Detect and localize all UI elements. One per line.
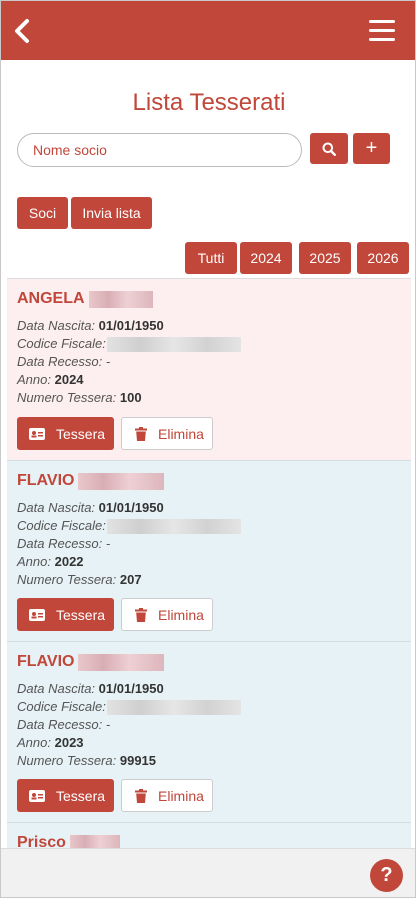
soci-button[interactable]: Soci: [17, 197, 68, 229]
card-actions: Tessera Elimina: [17, 598, 213, 631]
member-name: Prisco: [17, 833, 401, 848]
page-title: Lista Tesserati: [132, 89, 286, 116]
member-details: Data Nascita: 01/01/1950 Codice Fiscale:…: [17, 680, 401, 770]
trash-icon: [135, 426, 147, 441]
redacted-surname: [78, 472, 165, 490]
tessera-button[interactable]: Tessera: [17, 598, 114, 631]
search-icon: [322, 142, 336, 156]
redacted-codice-fiscale: [106, 337, 241, 353]
filter-year-2024[interactable]: 2024: [240, 242, 292, 274]
invia-lista-button[interactable]: Invia lista: [71, 197, 152, 229]
filter-year-2026[interactable]: 2026: [357, 242, 409, 274]
member-details: Data Nascita: 01/01/1950 Codice Fiscale:…: [17, 317, 401, 407]
id-card-icon: [29, 789, 45, 802]
id-card-icon: [29, 427, 45, 440]
trash-icon: [135, 788, 147, 803]
card-actions: Tessera Elimina: [17, 779, 213, 812]
chevron-left-icon[interactable]: [10, 17, 34, 45]
member-name: ANGELA: [17, 289, 401, 309]
app-frame: Lista Tesserati + Soci Invia lista Tutti…: [0, 0, 416, 898]
member-card: FLAVIO Data Nascita: 01/01/1950 Codice F…: [7, 461, 411, 642]
filter-year-2025[interactable]: 2025: [299, 242, 351, 274]
redacted-surname: [69, 834, 120, 848]
redacted-surname: [78, 653, 165, 671]
member-name: FLAVIO: [17, 471, 401, 491]
member-card: Prisco: [7, 823, 411, 848]
member-card: FLAVIO Data Nascita: 01/01/1950 Codice F…: [7, 642, 411, 823]
member-card: ANGELA Data Nascita: 01/01/1950 Codice F…: [7, 279, 411, 461]
tessera-button[interactable]: Tessera: [17, 417, 114, 450]
member-details: Data Nascita: 01/01/1950 Codice Fiscale:…: [17, 499, 401, 589]
redacted-surname: [88, 290, 153, 308]
search-button[interactable]: [310, 133, 348, 164]
card-actions: Tessera Elimina: [17, 417, 213, 450]
redacted-codice-fiscale: [106, 519, 241, 535]
search-input[interactable]: [17, 133, 302, 167]
redacted-codice-fiscale: [106, 700, 241, 716]
hamburger-icon[interactable]: [369, 20, 395, 42]
add-member-button[interactable]: +: [353, 133, 390, 164]
help-button[interactable]: ?: [370, 859, 403, 892]
trash-icon: [135, 607, 147, 622]
footer-bar: [1, 848, 415, 897]
top-bar: [1, 1, 415, 60]
elimina-button[interactable]: Elimina: [121, 417, 213, 450]
elimina-button[interactable]: Elimina: [121, 779, 213, 812]
elimina-button[interactable]: Elimina: [121, 598, 213, 631]
member-name: FLAVIO: [17, 652, 401, 672]
filter-year-tutti[interactable]: Tutti: [185, 242, 237, 274]
id-card-icon: [29, 608, 45, 621]
member-list: ANGELA Data Nascita: 01/01/1950 Codice F…: [7, 278, 411, 848]
tessera-button[interactable]: Tessera: [17, 779, 114, 812]
